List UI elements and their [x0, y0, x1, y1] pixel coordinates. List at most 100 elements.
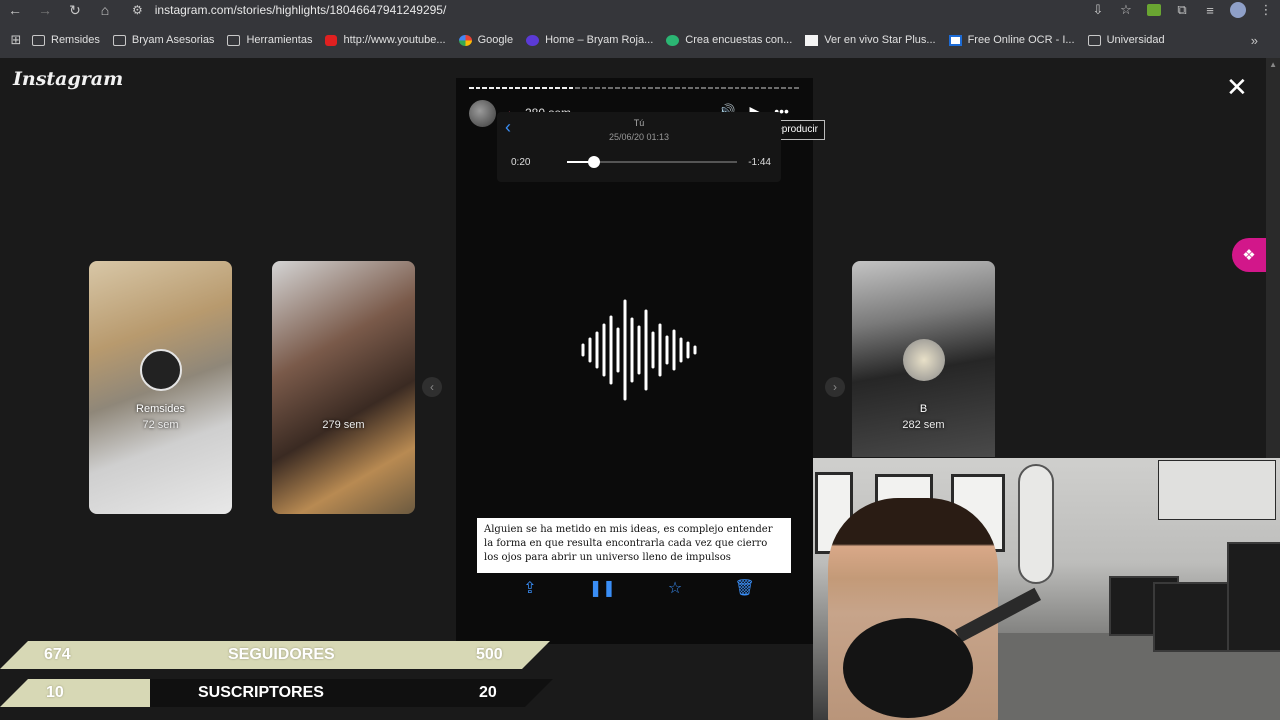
elapsed-time: 0:20 [511, 157, 531, 168]
url-text[interactable]: instagram.com/stories/highlights/1804664… [155, 3, 447, 17]
subscribers-current: 10 [46, 684, 64, 701]
progress-segment [482, 87, 487, 89]
progress-segment [648, 87, 653, 89]
followers-label: SEGUIDORES [228, 646, 335, 663]
story-card-remsides[interactable]: Remsides 72 sem [89, 261, 232, 514]
diamond-icon: ❖ [1242, 247, 1256, 264]
progress-segment [654, 87, 660, 89]
bookmark-item[interactable]: Free Online OCR - I... [948, 34, 1075, 46]
scroll-up-icon[interactable]: ▲ [1269, 60, 1277, 69]
story-author-avatar[interactable] [469, 100, 496, 127]
side-widget-button[interactable]: ❖ [1232, 238, 1266, 272]
favicon-icon [666, 34, 680, 46]
memo-toolbar: ⇪ ❚❚ ☆ 🗑 [497, 576, 781, 600]
progress-segment [754, 87, 760, 89]
apps-grid-icon[interactable]: ⊞ [0, 32, 32, 48]
progress-segment [781, 87, 786, 89]
progress-segment [568, 87, 574, 89]
folder-icon [112, 34, 126, 46]
bookmark-label: Ver en vivo Star Plus... [824, 34, 936, 46]
guitar [843, 618, 973, 718]
card-time: 279 sem [322, 419, 365, 431]
progress-segment [694, 87, 700, 89]
progress-segment [535, 87, 541, 89]
bookmark-item[interactable]: Remsides [32, 34, 100, 46]
bookmarks-overflow-icon[interactable]: » [1251, 33, 1258, 48]
profile-avatar[interactable] [1230, 2, 1246, 18]
progress-segment [575, 87, 580, 89]
favicon-icon [526, 34, 540, 46]
bookmark-item[interactable]: Ver en vivo Star Plus... [805, 34, 936, 46]
bookmark-item[interactable]: Home – Bryam Roja... [526, 34, 653, 46]
progress-segment [668, 87, 673, 89]
followers-goal-banner: 674 SEGUIDORES 500 [0, 641, 550, 669]
star-icon: ☆ [667, 580, 683, 597]
bookmark-label: http://www.youtube... [343, 34, 446, 46]
bookmark-star-icon[interactable]: ☆ [1112, 2, 1140, 18]
progress-segment [469, 87, 474, 89]
toolbar-divider [0, 20, 1280, 28]
install-app-icon[interactable]: ⇩ [1084, 2, 1112, 18]
bookmark-label: Universidad [1106, 34, 1165, 46]
favicon-icon [458, 34, 472, 46]
card-time: 72 sem [142, 419, 179, 431]
folder-icon [32, 34, 45, 46]
progress-segment [608, 87, 614, 89]
bookmark-item[interactable]: Universidad [1087, 34, 1165, 46]
bookmark-label: Google [477, 34, 514, 46]
extensions-puzzle-icon[interactable]: ⧉ [1168, 2, 1196, 18]
wall-skateboard [1018, 464, 1054, 584]
progress-segment [495, 87, 501, 89]
menu-kebab-icon[interactable]: ⋮ [1252, 2, 1280, 18]
next-story-chevron-icon[interactable]: › [825, 377, 845, 397]
progress-segment [601, 87, 607, 89]
progress-segment [528, 87, 534, 89]
progress-segment [615, 87, 620, 89]
bookmark-item[interactable]: Google [458, 34, 514, 46]
memo-scrubber [567, 156, 737, 168]
progress-segment [714, 87, 720, 89]
instagram-logo[interactable]: Instagram [13, 68, 123, 90]
reload-icon[interactable]: ↻ [60, 0, 90, 20]
home-icon[interactable]: ⌂ [90, 0, 120, 20]
previous-story-chevron-icon[interactable]: ‹ [422, 377, 442, 397]
followers-current: 674 [44, 646, 71, 663]
story-card-b[interactable]: B 282 sem [852, 261, 995, 457]
bookmark-item[interactable]: Bryam Asesorias [112, 34, 214, 46]
site-info-icon[interactable]: ⚙ [132, 3, 143, 17]
subscribers-label: SUSCRIPTORES [198, 684, 324, 701]
screen: ← → ↻ ⌂ ⚙ instagram.com/stories/highligh… [0, 0, 1280, 720]
progress-segment [708, 87, 713, 89]
extension-icon[interactable] [1147, 4, 1161, 16]
address-bar[interactable]: ⚙ instagram.com/stories/highlights/18046… [132, 0, 1012, 20]
progress-segment [641, 87, 647, 89]
close-icon[interactable]: ✕ [1226, 74, 1248, 100]
followers-goal: 500 [476, 646, 503, 663]
back-icon[interactable]: ← [0, 0, 30, 20]
progress-segment [721, 87, 726, 89]
trash-icon: 🗑 [734, 580, 755, 597]
card-name: Remsides [136, 403, 185, 415]
bookmark-item[interactable]: Herramientas [227, 34, 312, 46]
story-progress-bar [469, 87, 800, 90]
forward-icon[interactable]: → [30, 0, 60, 20]
bookmark-item[interactable]: http://www.youtube... [325, 34, 446, 46]
progress-segment [542, 87, 547, 89]
progress-segment [475, 87, 481, 89]
story-caption: Alguien se ha metido en mis ideas, es co… [477, 518, 791, 573]
bookmarks-list: Remsides Bryam Asesorias Herramientas http:… [32, 34, 1178, 46]
progress-segment [508, 87, 514, 89]
pause-icon: ❚❚ [588, 580, 616, 597]
bookmark-item[interactable]: Crea encuestas con... [666, 34, 792, 46]
favicon-icon [325, 34, 338, 46]
progress-segment [502, 87, 507, 89]
reading-list-icon[interactable]: ≡ [1196, 3, 1224, 18]
bookmark-label: Home – Bryam Roja... [545, 34, 654, 46]
progress-segment [588, 87, 594, 89]
progress-segment [701, 87, 707, 89]
story-card-previous[interactable]: 279 sem [272, 261, 415, 514]
progress-segment [561, 87, 567, 89]
progress-segment [761, 87, 766, 89]
monitor [1227, 542, 1280, 652]
favicon-icon [948, 34, 962, 46]
